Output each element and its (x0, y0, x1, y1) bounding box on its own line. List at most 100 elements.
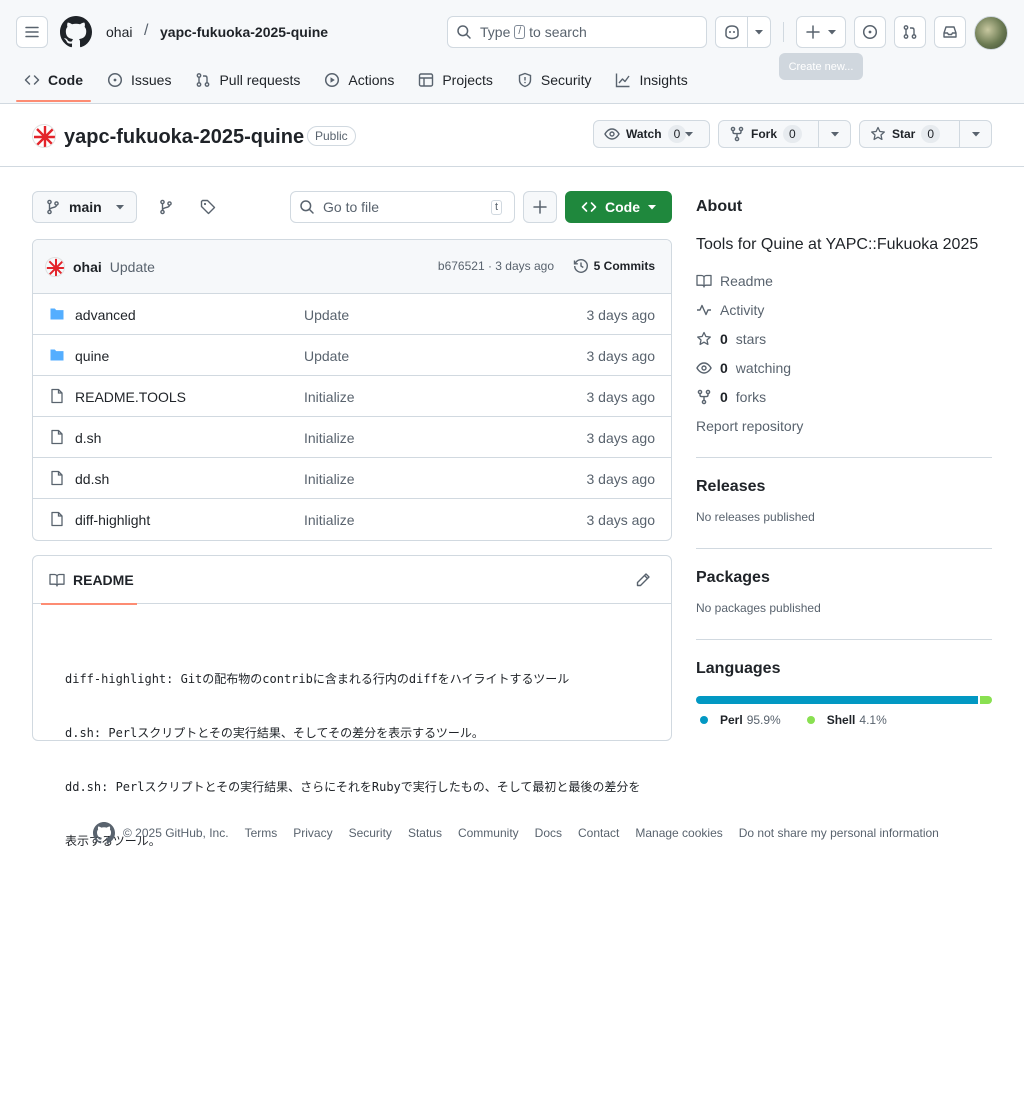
avatar[interactable] (974, 16, 1008, 50)
commit-author-avatar[interactable] (45, 256, 65, 277)
git-branch-icon (158, 199, 174, 215)
add-file-button[interactable] (523, 191, 557, 223)
file-name[interactable]: advanced (75, 307, 136, 323)
github-mark-icon[interactable] (93, 822, 115, 844)
readme-link-label: Readme (720, 272, 773, 289)
commit-message[interactable]: Update (110, 259, 155, 275)
footer-link[interactable]: Security (349, 826, 392, 840)
code-dropdown-button[interactable]: Code (565, 191, 672, 223)
go-to-file-input[interactable]: Go to file t (290, 191, 515, 223)
releases-empty: No releases published (696, 510, 815, 524)
branches-button[interactable] (150, 191, 182, 223)
file-name[interactable]: d.sh (75, 430, 101, 446)
language-item[interactable]: Shell 4.1% (803, 713, 887, 727)
pull-requests-button[interactable] (894, 16, 926, 48)
copilot-button[interactable] (715, 16, 771, 48)
file-commit-message[interactable]: Update (304, 348, 349, 364)
tab-security-label: Security (540, 72, 592, 88)
file-row[interactable]: d.sh Initialize 3 days ago (33, 417, 671, 458)
file-row[interactable]: README.TOOLS Initialize 3 days ago (33, 376, 671, 417)
file-name[interactable]: diff-highlight (75, 512, 150, 528)
commits-count: 5 Commits (593, 259, 655, 273)
forks-link[interactable]: 0 forks (696, 382, 992, 411)
watch-label: Watch (626, 127, 662, 141)
footer-link[interactable]: Contact (578, 826, 619, 840)
tab-issues[interactable]: Issues (99, 60, 179, 100)
tab-pull-requests[interactable]: Pull requests (187, 60, 308, 100)
tab-insights[interactable]: Insights (607, 60, 695, 100)
github-logo-icon[interactable] (60, 16, 92, 48)
stars-link[interactable]: 0 stars (696, 324, 992, 353)
branch-selector[interactable]: main (32, 191, 137, 223)
file-commit-message[interactable]: Initialize (304, 512, 355, 528)
readme-tab[interactable]: README (41, 556, 137, 605)
language-item[interactable]: Perl 95.9% (696, 713, 781, 727)
file-name[interactable]: README.TOOLS (75, 389, 186, 405)
footer-link[interactable]: Docs (535, 826, 562, 840)
file-commit-message[interactable]: Initialize (304, 389, 355, 405)
commit-hash-time[interactable]: b676521 · 3 days ago (438, 259, 554, 273)
file-row[interactable]: advanced Update 3 days ago (33, 294, 671, 335)
file-commit-message[interactable]: Initialize (304, 430, 355, 446)
fork-dropdown[interactable] (818, 121, 850, 147)
file-row[interactable]: diff-highlight Initialize 3 days ago (33, 499, 671, 540)
header-divider (783, 22, 784, 42)
edit-readme-button[interactable] (635, 572, 651, 588)
menu-button[interactable] (16, 16, 48, 48)
git-branch-icon (45, 199, 61, 215)
footer-link[interactable]: Community (458, 826, 519, 840)
tab-actions[interactable]: Actions (316, 60, 402, 100)
footer-link[interactable]: Status (408, 826, 442, 840)
commits-link[interactable]: 5 Commits (573, 258, 655, 274)
file-row[interactable]: quine Update 3 days ago (33, 335, 671, 376)
book-icon (49, 572, 65, 588)
footer-link[interactable]: Privacy (293, 826, 332, 840)
tab-security[interactable]: Security (509, 60, 600, 100)
inbox-button[interactable] (934, 16, 966, 48)
file-commit-date: 3 days ago (586, 307, 656, 323)
activity-link[interactable]: Activity (696, 295, 992, 324)
go-to-file-placeholder: Go to file (323, 199, 380, 215)
owner-avatar[interactable] (32, 124, 56, 148)
packages-section: Packages No packages published (696, 569, 992, 615)
chevron-down-icon (830, 131, 839, 137)
stars-count: 0 (720, 330, 728, 347)
table-icon (418, 72, 434, 88)
star-button[interactable]: Star 0 (859, 120, 992, 148)
create-new-button[interactable] (796, 16, 846, 48)
footer-link[interactable]: Terms (245, 826, 278, 840)
footer-link[interactable]: Do not share my personal information (739, 826, 939, 840)
code-button-label: Code (605, 199, 640, 215)
file-row[interactable]: dd.sh Initialize 3 days ago (33, 458, 671, 499)
repo-title[interactable]: yapc-fukuoka-2025-quine (64, 126, 304, 149)
star-dropdown[interactable] (959, 121, 991, 147)
file-name[interactable]: quine (75, 348, 109, 364)
file-commit-message[interactable]: Update (304, 307, 349, 323)
star-label: Star (892, 127, 916, 141)
breadcrumb-separator: / (144, 22, 149, 39)
search-input[interactable]: Type / to search (447, 16, 707, 48)
breadcrumb-repo[interactable]: yapc-fukuoka-2025-quine (160, 24, 328, 40)
readme-link[interactable]: Readme (696, 266, 992, 295)
readme-header: README (33, 556, 671, 605)
releases-heading[interactable]: Releases (696, 478, 992, 496)
watch-button[interactable]: Watch 0 (593, 120, 710, 148)
star-icon (696, 331, 712, 347)
file-commit-message[interactable]: Initialize (304, 471, 355, 487)
tab-code[interactable]: Code (16, 60, 91, 102)
commit-author[interactable]: ohai (73, 259, 102, 275)
repo-forked-icon (696, 389, 712, 405)
tags-button[interactable] (192, 191, 224, 223)
fork-button[interactable]: Fork 0 (718, 120, 851, 148)
branch-name: main (69, 199, 102, 215)
git-pull-request-icon (195, 72, 211, 88)
issues-button[interactable] (854, 16, 886, 48)
packages-heading[interactable]: Packages (696, 569, 992, 587)
breadcrumb-owner[interactable]: ohai (106, 24, 132, 40)
report-repository-link[interactable]: Report repository (696, 411, 992, 440)
tab-projects[interactable]: Projects (410, 60, 501, 100)
copilot-dropdown-icon[interactable] (747, 17, 770, 47)
file-name[interactable]: dd.sh (75, 471, 109, 487)
watching-link[interactable]: 0 watching (696, 353, 992, 382)
footer-link[interactable]: Manage cookies (635, 826, 722, 840)
